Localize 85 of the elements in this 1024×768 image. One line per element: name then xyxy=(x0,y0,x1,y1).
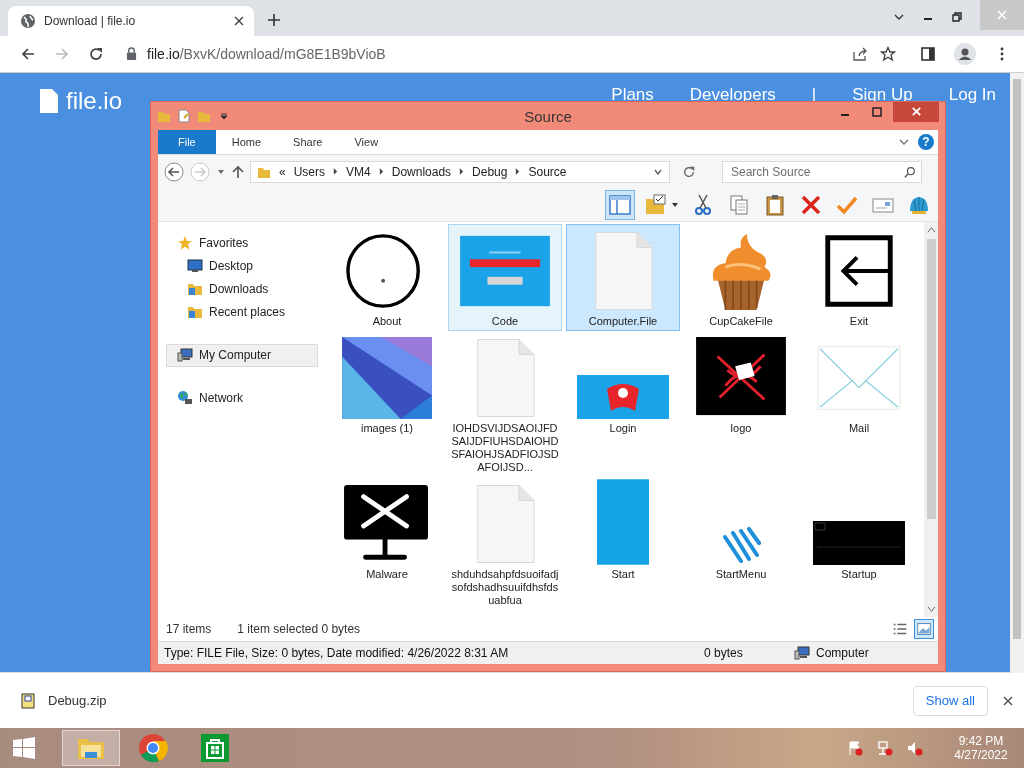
network-icon xyxy=(177,390,193,407)
up-icon[interactable] xyxy=(232,164,244,179)
screen-icon xyxy=(813,520,905,565)
file-item[interactable]: Login xyxy=(566,330,680,477)
file-item[interactable]: logo xyxy=(684,330,798,477)
volume-icon[interactable] xyxy=(907,740,923,756)
scrollbar[interactable] xyxy=(1010,72,1024,673)
file-item[interactable]: Malware xyxy=(330,476,444,610)
show-all-button[interactable]: Show all xyxy=(912,685,988,716)
network-icon[interactable] xyxy=(877,740,893,756)
document-icon[interactable] xyxy=(177,108,191,123)
close-icon[interactable] xyxy=(1002,694,1014,707)
file-item[interactable]: Startup xyxy=(802,476,916,610)
file-item[interactable]: About xyxy=(330,223,444,331)
file-item[interactable]: Exit xyxy=(802,223,916,331)
lock-icon xyxy=(126,47,137,61)
file-item[interactable]: StartMenu xyxy=(684,476,798,610)
separator-arrow-icon[interactable] xyxy=(515,168,521,176)
restore-icon[interactable] xyxy=(951,10,963,23)
location-text: Computer xyxy=(816,645,869,660)
computer-icon xyxy=(794,644,810,661)
profile-icon[interactable] xyxy=(954,42,976,65)
banner-icon xyxy=(577,374,669,419)
nav-item[interactable]: Downloads xyxy=(166,277,318,301)
search-icon[interactable] xyxy=(904,165,916,178)
start-icon[interactable] xyxy=(12,736,36,760)
separator-arrow-icon[interactable] xyxy=(378,168,384,176)
close-icon xyxy=(996,9,1008,21)
size-text: 0 bytes xyxy=(704,645,744,660)
desktop-icon xyxy=(187,258,203,275)
close-icon[interactable] xyxy=(234,15,244,26)
computer-icon xyxy=(177,347,193,364)
scroll-down-icon[interactable] xyxy=(926,605,936,613)
dropdown-icon xyxy=(671,200,679,209)
document-icon xyxy=(474,482,536,565)
maximize-icon[interactable] xyxy=(871,105,883,118)
address-bar[interactable]: file.io/BxvK/download/mG8E1B9bVioB xyxy=(147,45,386,62)
address-bar[interactable]: « Users VM4 Downloads Debug Source xyxy=(250,160,670,183)
file-item[interactable]: CupCakeFile xyxy=(684,223,798,331)
close-button[interactable] xyxy=(893,101,939,122)
download-item[interactable]: Debug.zip xyxy=(48,693,107,709)
separator-arrow-icon[interactable] xyxy=(459,168,465,176)
new-tab-icon[interactable] xyxy=(268,13,280,26)
stripes-icon xyxy=(721,526,761,565)
file-item[interactable]: IOHDSVIJDSAOIJFDSAIJDFIUHSDAIOHDSFAIOHJSADFIOJSDAFOIJSD... xyxy=(448,330,562,477)
preview-pane-icon[interactable] xyxy=(605,189,635,220)
folder-icon xyxy=(187,281,203,298)
file-item[interactable]: images (1) xyxy=(330,330,444,477)
search-field[interactable]: Search Source xyxy=(722,160,922,183)
back-icon[interactable] xyxy=(164,161,184,182)
scrollbar[interactable] xyxy=(924,221,938,617)
file-item[interactable]: Computer.File xyxy=(566,223,680,331)
item-count: 17 items xyxy=(166,621,212,636)
file-item[interactable]: Start xyxy=(566,476,680,610)
zip-file-icon xyxy=(20,692,36,709)
nav-item[interactable]: Network xyxy=(166,386,318,410)
separator-arrow-icon[interactable] xyxy=(333,168,339,176)
close-icon xyxy=(910,106,922,118)
ribbon-tab[interactable]: Share xyxy=(277,129,339,154)
ribbon-tab[interactable]: View xyxy=(338,129,395,154)
large-icons-view-icon[interactable] xyxy=(914,618,934,639)
selection-info: 1 item selected 0 bytes xyxy=(237,621,361,636)
file-item[interactable]: Mail xyxy=(802,330,916,477)
window-title: Source xyxy=(523,107,573,125)
nav-item[interactable]: Favorites xyxy=(166,231,318,255)
globe-icon xyxy=(20,12,36,29)
browser-tab[interactable]: Download | file.io xyxy=(8,5,254,36)
scroll-up-icon[interactable] xyxy=(926,225,936,233)
nav-item[interactable]: My Computer xyxy=(166,343,318,367)
file-icon xyxy=(40,88,58,113)
rectangle-icon xyxy=(597,478,649,565)
file-item[interactable]: shduhdsahpfdsuoifadjsofdshadhsuuifdhsfdsuabfua xyxy=(448,476,562,610)
ribbon-tab[interactable]: File xyxy=(158,129,216,154)
flag-icon[interactable] xyxy=(847,740,863,756)
file-details: Type: FILE File, Size: 0 bytes, Date modified: 4/26/2022 8:31 AM xyxy=(164,645,510,660)
folder-icon[interactable] xyxy=(62,730,120,766)
star-icon xyxy=(177,235,193,252)
ribbon-tab[interactable]: Home xyxy=(215,129,278,154)
nav-item[interactable]: Recent places xyxy=(166,300,318,324)
folder-icon xyxy=(187,304,203,321)
file-item[interactable]: Code xyxy=(448,223,562,331)
document-icon xyxy=(474,336,536,419)
nav-item[interactable]: Desktop xyxy=(166,254,318,278)
help-icon[interactable]: ? xyxy=(918,133,934,150)
document-icon xyxy=(592,229,654,312)
